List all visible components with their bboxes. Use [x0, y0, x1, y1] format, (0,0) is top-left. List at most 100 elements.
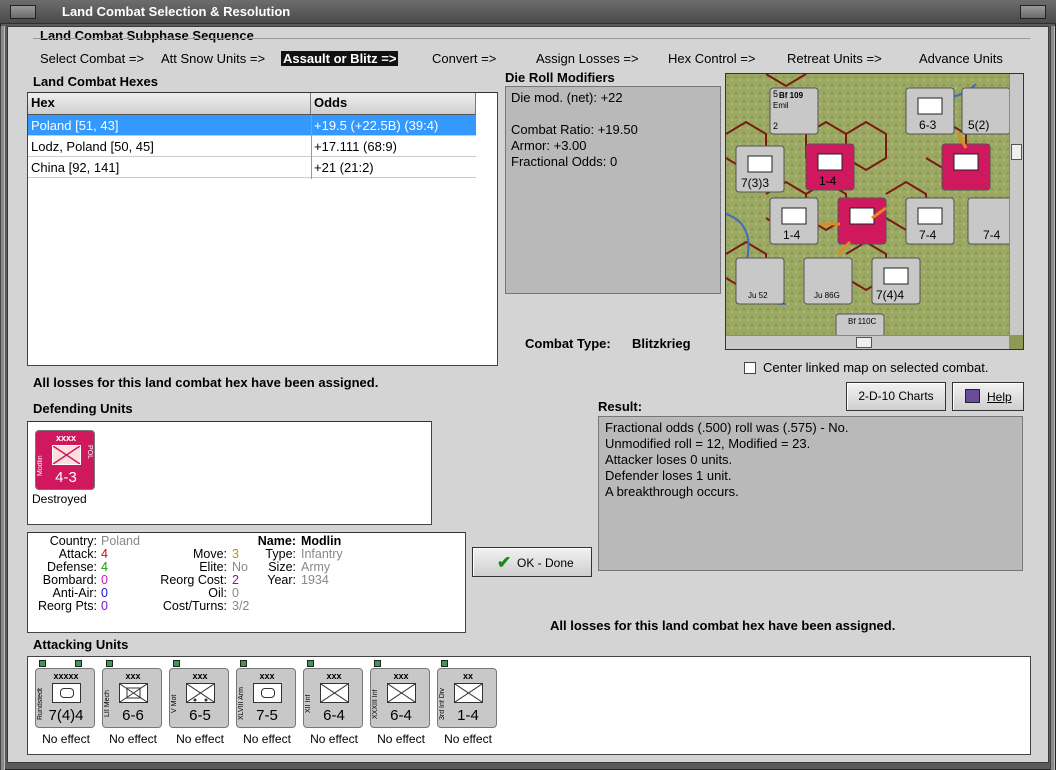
step-convert: Convert => [432, 51, 497, 66]
unit-size: xxx [192, 671, 208, 681]
checkmark-icon: ✔ [497, 553, 512, 572]
unit-factors: 6-6 [122, 707, 144, 724]
help-button[interactable]: Help [952, 382, 1024, 411]
infantry-symbol-icon [52, 445, 81, 465]
attack-value: 4 [101, 547, 108, 561]
unit-counter[interactable]: xx 3rd Inf Div 1-4 [437, 668, 497, 728]
attacking-unit[interactable]: xxxxx Rundstedt 7(4)4 No effect [35, 660, 97, 746]
unit-counter[interactable]: xxxxx Rundstedt 7(4)4 [35, 668, 95, 728]
type-label: Type: [265, 547, 296, 561]
attacking-unit[interactable]: xxx XXXIII Inf 6-4 No effect [370, 660, 432, 746]
unit-info-box: Country: Poland Attack: 4 Defense: 4 Bom… [27, 532, 466, 633]
map-hex-grid[interactable] [726, 74, 1009, 335]
charts-button[interactable]: 2-D-10 Charts [846, 382, 946, 411]
map-counter-label: 5(2) [968, 118, 990, 132]
unit-status: No effect [310, 732, 358, 746]
map-counter-label: 7(3)3 [741, 176, 770, 190]
attacking-unit[interactable]: xxx V Mot 6-5 No effect [169, 660, 231, 746]
attacking-unit[interactable]: xxx XLVIII Arm 7-5 No effect [236, 660, 298, 746]
motorized-infantry-symbol-icon [186, 683, 215, 703]
step-assault-or-blitz: Assault or Blitz => [281, 51, 399, 66]
unit-factors: 6-4 [323, 707, 345, 724]
unit-counter[interactable]: xxx XXXIII Inf 6-4 [370, 668, 430, 728]
unit-counter[interactable]: xxx XLVIII Arm 7-5 [236, 668, 296, 728]
map-vscroll-thumb[interactable] [1011, 144, 1022, 160]
status-pip-icon [39, 660, 46, 667]
reorg-pts-label: Reorg Pts: [37, 599, 97, 613]
map-hscrollbar[interactable] [726, 335, 1009, 349]
col-header-hex[interactable]: Hex [28, 93, 311, 115]
unit-factors: 7(4)4 [48, 707, 84, 724]
result-line: Defender loses 1 unit. [605, 468, 732, 483]
left-rail [0, 26, 5, 770]
cell-hex: Lodz, Poland [50, 45] [31, 139, 154, 154]
map-vscrollbar[interactable] [1009, 74, 1023, 335]
cell-odds: +21 (21:2) [314, 160, 374, 175]
map-counter-label: 1-4 [819, 174, 837, 188]
close-button[interactable] [1020, 5, 1046, 19]
losses-assigned-msg: All losses for this land combat hex have… [33, 375, 379, 390]
infantry-symbol-icon [454, 683, 483, 703]
ok-done-button[interactable]: ✔ OK - Done [472, 547, 592, 577]
map-counter-label: Bf 109 [779, 91, 804, 100]
unit-counter[interactable]: xxx XII Inf 6-4 [303, 668, 363, 728]
step-advance-units: Advance Units [919, 51, 1003, 66]
hexes-table[interactable]: Hex Odds Poland [51, 43] +19.5 (+22.5B) … [27, 92, 498, 366]
combat-type-value: Blitzkrieg [632, 336, 691, 351]
result-heading: Result: [598, 399, 643, 414]
result-line: Fractional odds (.500) roll was (.575) -… [605, 420, 849, 435]
result-text: Fractional odds (.500) roll was (.575) -… [605, 420, 848, 500]
modifier-line: Fractional Odds: 0 [511, 154, 618, 169]
infantry-symbol-icon [387, 683, 416, 703]
map-view[interactable]: Bf 109 Emil 5 2 7(3)3 1-4 6-3 5(2) 1-4 7… [725, 73, 1024, 350]
defending-unit-status: Destroyed [32, 492, 87, 506]
step-att-snow-units: Att Snow Units => [161, 51, 266, 66]
attacking-units-box[interactable]: xxxxx Rundstedt 7(4)4 No effect xxx LII … [27, 656, 1031, 755]
defending-units-box[interactable]: xxxx Modlin POL 4-3 Destroyed [27, 421, 432, 525]
name-value: Modlin [301, 534, 342, 548]
status-pip-icon [441, 660, 448, 667]
column-divider [311, 115, 312, 179]
table-row[interactable]: Lodz, Poland [50, 45] +17.111 (68:9) [28, 136, 476, 157]
unit-counter[interactable]: xxx LII Mech 6-6 [102, 668, 162, 728]
attacking-unit[interactable]: xxx XII Inf 6-4 No effect [303, 660, 365, 746]
col-header-odds[interactable]: Odds [311, 93, 476, 115]
unit-side: POL [86, 445, 93, 460]
attacking-unit[interactable]: xx 3rd Inf Div 1-4 No effect [437, 660, 499, 746]
system-menu-button[interactable] [10, 5, 36, 19]
map-counter-label: 2 [773, 121, 779, 131]
unit-size: xxxx [55, 433, 77, 443]
reorg-pts-value: 0 [101, 599, 108, 613]
map-counter-label: 7-4 [919, 228, 937, 242]
help-label: Help [987, 390, 1012, 404]
unit-status: No effect [42, 732, 90, 746]
status-pip-icon [240, 660, 247, 667]
defense-label: Defense: [46, 560, 97, 574]
unit-factors: 1-4 [457, 707, 479, 724]
result-line: Unmodified roll = 12, Modified = 23. [605, 436, 811, 451]
elite-label: Elite: [199, 560, 227, 574]
result-line: A breakthrough occurs. [605, 484, 739, 499]
center-map-checkbox[interactable] [744, 362, 756, 374]
unit-size: xx [462, 671, 473, 681]
table-row[interactable]: China [92, 141] +21 (21:2) [28, 157, 476, 178]
losses-assigned-msg-right: All losses for this land combat hex have… [550, 618, 896, 633]
title-bar[interactable]: Land Combat Selection & Resolution [0, 0, 1056, 24]
size-label: Size: [268, 560, 296, 574]
infantry-symbol-icon [320, 683, 349, 703]
map-hscroll-thumb[interactable] [856, 337, 872, 348]
unit-size: xxx [125, 671, 141, 681]
modifiers-heading: Die Roll Modifiers [505, 70, 615, 85]
year-value: 1934 [301, 573, 329, 587]
result-line: Attacker loses 0 units. [605, 452, 733, 467]
modifier-line: Armor: +3.00 [511, 138, 587, 153]
step-hex-control: Hex Control => [668, 51, 756, 66]
map-counter-label: Ju 86G [814, 291, 840, 300]
antiair-label: Anti-Air: [52, 586, 97, 600]
table-row[interactable]: Poland [51, 43] +19.5 (+22.5B) (39:4) [28, 115, 476, 136]
unit-counter[interactable]: xxx V Mot 6-5 [169, 668, 229, 728]
status-pip-icon [374, 660, 381, 667]
defending-unit-counter[interactable]: xxxx Modlin POL 4-3 [35, 430, 95, 490]
status-pip-icon [75, 660, 82, 667]
attacking-unit[interactable]: xxx LII Mech 6-6 No effect [102, 660, 164, 746]
